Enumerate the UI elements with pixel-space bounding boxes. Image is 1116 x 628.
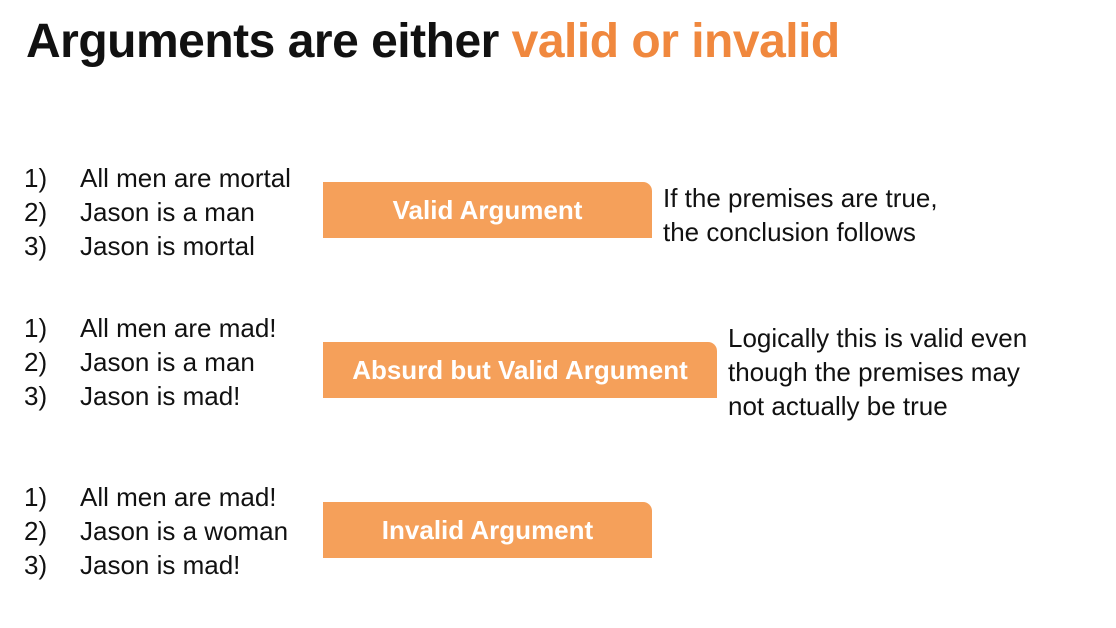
item-number: 2) [24,347,48,377]
item-number: 1) [24,482,48,512]
argument-list-1: 1) All men are mortal 2) Jason is a man 3)… [24,161,291,263]
list-item: 3) Jason is mad! [24,548,288,582]
note-line: the conclusion follows [663,217,916,247]
item-text: Jason is mad! [80,550,241,580]
item-text: All men are mad! [80,482,277,512]
note-line: not actually be true [728,391,948,421]
item-number: 1) [24,313,48,343]
list-item: 2) Jason is a man [24,345,277,379]
note-line: though the premises may [728,357,1020,387]
item-text: All men are mad! [80,313,277,343]
argument-list-3: 1) All men are mad! 2) Jason is a woman 3)… [24,480,288,582]
invalid-argument-label: Invalid Argument [323,502,652,558]
list-item: 3) Jason is mortal [24,229,291,263]
note-2: Logically this is valid even though the … [728,321,1027,423]
list-item: 2) Jason is a man [24,195,291,229]
note-line: Logically this is valid even [728,323,1028,353]
item-number: 3) [24,550,48,580]
title-highlight: valid or invalid [511,15,841,68]
note-line: If the premises are true, [663,183,938,213]
item-text: Jason is mortal [80,231,255,261]
item-text: Jason is a man [80,197,255,227]
list-item: 2) Jason is a woman [24,514,288,548]
item-number: 3) [24,231,48,261]
item-number: 3) [24,381,48,411]
item-text: Jason is a man [80,347,255,377]
item-number: 2) [24,516,48,546]
list-item: 3) Jason is mad! [24,379,277,413]
list-item: 1) All men are mad! [24,311,277,345]
item-text: Jason is mad! [80,381,241,411]
slide-title: Arguments are either valid or invalid [26,14,840,69]
item-text: Jason is a woman [80,516,289,546]
title-text: Arguments are either [26,15,512,68]
item-number: 2) [24,197,48,227]
list-item: 1) All men are mad! [24,480,288,514]
note-1: If the premises are true, the conclusion… [663,181,938,249]
absurd-valid-argument-label: Absurd but Valid Argument [323,342,717,398]
list-item: 1) All men are mortal [24,161,291,195]
valid-argument-label: Valid Argument [323,182,652,238]
argument-list-2: 1) All men are mad! 2) Jason is a man 3) Ja… [24,311,277,413]
item-number: 1) [24,163,48,193]
item-text: All men are mortal [80,163,291,193]
